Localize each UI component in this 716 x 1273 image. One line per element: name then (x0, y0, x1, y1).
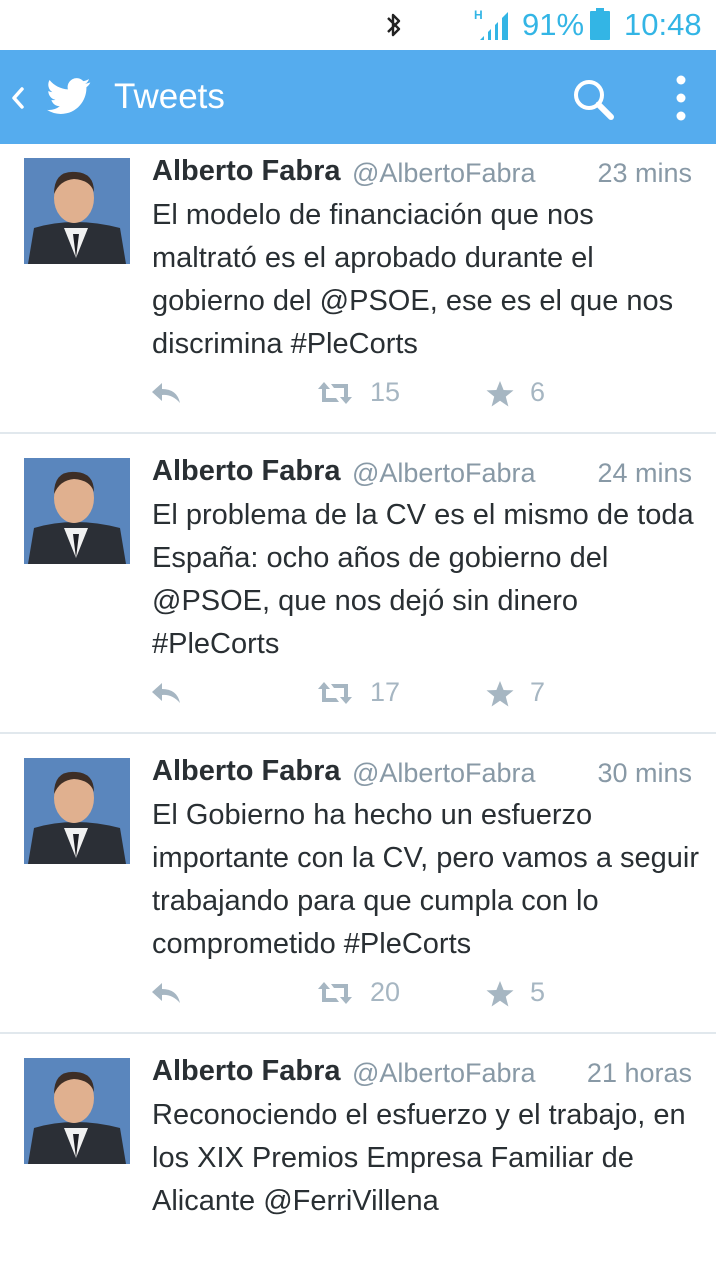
retweet-count: 20 (370, 977, 401, 1007)
tweet-timestamp: 24 mins (597, 458, 692, 488)
retweet-button[interactable]: 17 (316, 670, 416, 716)
tweet-item[interactable]: Alberto Fabra @AlbertoFabra 21 horas Rec… (0, 1044, 716, 1273)
overflow-menu-icon[interactable] (670, 72, 692, 124)
tweet-timestamp: 23 mins (597, 158, 692, 188)
reply-button[interactable] (150, 670, 184, 716)
tweet-timestamp: 21 horas (586, 1058, 692, 1088)
tweet-item[interactable]: Alberto Fabra @AlbertoFabra 23 mins El m… (0, 144, 716, 434)
author-handle[interactable]: @AlbertoFabra (352, 1054, 536, 1092)
author-name[interactable]: Alberto Fabra (152, 752, 341, 790)
avatar[interactable] (24, 758, 130, 864)
retweet-icon (318, 982, 352, 1004)
reply-button[interactable] (150, 370, 184, 416)
twitter-bird-icon (47, 78, 91, 114)
tweet-actions: 20 5 (0, 970, 716, 1016)
retweet-icon (318, 682, 352, 704)
star-icon (486, 981, 514, 1007)
tweet-timeline[interactable]: Alberto Fabra @AlbertoFabra 23 mins El m… (0, 144, 716, 1273)
avatar[interactable] (24, 458, 130, 564)
author-name[interactable]: Alberto Fabra (152, 452, 341, 490)
tweet-actions: 17 7 (0, 670, 716, 716)
avatar[interactable] (24, 1058, 130, 1164)
tweet-item[interactable]: Alberto Fabra @AlbertoFabra 24 mins El p… (0, 444, 716, 734)
bluetooth-icon (387, 13, 401, 37)
screen-title: Tweets (114, 77, 225, 116)
favorite-count: 7 (530, 677, 546, 707)
author-handle[interactable]: @AlbertoFabra (352, 154, 536, 192)
reply-icon (152, 683, 180, 703)
avatar[interactable] (24, 158, 130, 264)
favorite-button[interactable]: 5 (486, 970, 556, 1016)
retweet-button[interactable]: 20 (316, 970, 416, 1016)
reply-icon (152, 383, 180, 403)
svg-text:H: H (474, 8, 483, 22)
tweet-text: El Gobierno ha hecho un esfuerzo importa… (152, 799, 699, 960)
retweet-count: 15 (370, 377, 401, 407)
favorite-button[interactable]: 6 (486, 370, 556, 416)
author-handle[interactable]: @AlbertoFabra (352, 754, 536, 792)
tweet-text: Reconociendo el esfuerzo y el trabajo, e… (152, 1099, 686, 1217)
chevron-left-icon[interactable] (8, 81, 28, 115)
status-bar: H 91% 10:48 (0, 0, 716, 50)
favorite-count: 6 (530, 377, 546, 407)
status-clock: 10:48 (624, 7, 702, 42)
star-icon (486, 381, 514, 407)
tweet-timestamp: 30 mins (597, 758, 692, 788)
tweet-item[interactable]: Alberto Fabra @AlbertoFabra 30 mins El G… (0, 744, 716, 1034)
tweet-text: El problema de la CV es el mismo de toda… (152, 499, 694, 660)
search-icon[interactable] (570, 76, 616, 122)
battery-percent: 91% (522, 7, 585, 42)
tweet-actions: 15 6 (0, 370, 716, 416)
battery-icon (590, 8, 610, 40)
signal-h-icon: H (474, 8, 508, 40)
author-name[interactable]: Alberto Fabra (152, 1052, 341, 1090)
tweet-text: El modelo de financiación que nos maltra… (152, 199, 674, 360)
retweet-icon (318, 382, 352, 404)
favorite-count: 5 (530, 977, 546, 1007)
author-name[interactable]: Alberto Fabra (152, 152, 341, 190)
favorite-button[interactable]: 7 (486, 670, 556, 716)
retweet-count: 17 (370, 677, 401, 707)
reply-icon (152, 983, 180, 1003)
author-handle[interactable]: @AlbertoFabra (352, 454, 536, 492)
star-icon (486, 681, 514, 707)
action-bar: Tweets (0, 50, 716, 144)
retweet-button[interactable]: 15 (316, 370, 416, 416)
reply-button[interactable] (150, 970, 184, 1016)
